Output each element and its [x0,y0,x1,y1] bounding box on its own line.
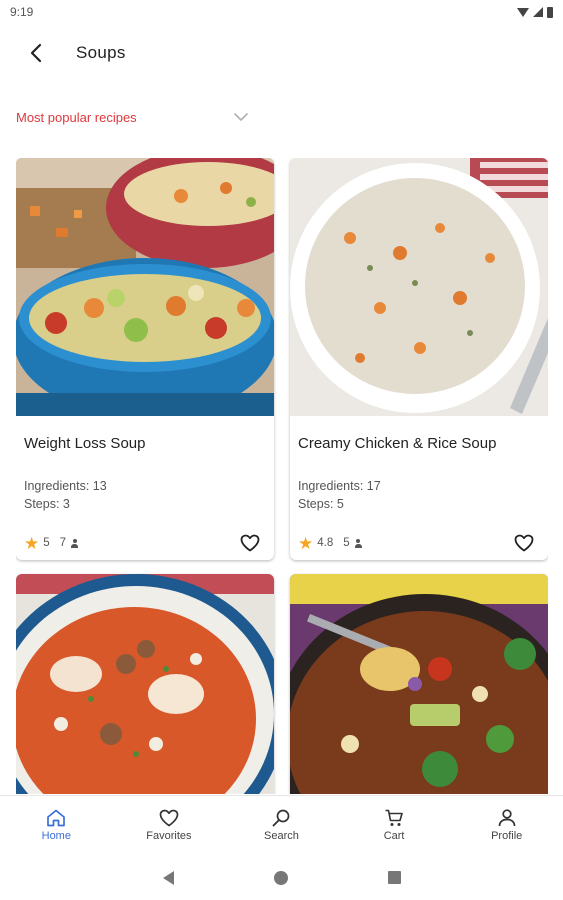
nav-home-label: Home [41,830,71,842]
heart-icon [240,534,260,552]
rating-value: 4.8 [317,537,334,549]
recipe-card-creamy-chicken-rice-soup[interactable]: Creamy Chicken & Rice Soup Ingredients: … [290,158,548,560]
recipe-image [290,574,548,794]
wifi-icon [517,7,529,17]
person-icon [354,538,363,548]
recipe-image [290,158,548,416]
chevron-down-icon [234,113,248,121]
rating-value: 5 [43,537,50,549]
nav-cart-label: Cart [383,830,405,842]
home-icon [47,809,66,827]
system-back-button[interactable] [162,870,174,885]
nav-home[interactable]: Home [11,809,101,842]
person-icon [498,809,516,827]
page-title: Soups [76,43,126,62]
recipe-image [16,574,274,794]
system-nav-bar [0,855,563,900]
nav-favorites[interactable]: Favorites [124,809,214,842]
search-icon [273,809,290,827]
recipe-steps: Steps: 3 [24,497,70,511]
back-button[interactable] [16,33,56,73]
review-count: 7 [59,537,67,549]
recipe-title: Weight Loss Soup [24,435,146,452]
nav-cart[interactable]: Cart [349,809,439,842]
recipe-grid: Weight Loss Soup Ingredients: 13 Steps: … [16,158,548,794]
recipe-rating: ★ 4.8 5 [298,535,363,552]
person-icon [70,538,79,548]
recipe-ingredients: Ingredients: 13 [24,479,107,493]
heart-icon [159,809,179,827]
favorite-button[interactable] [512,531,536,555]
system-recents-button[interactable] [387,871,401,884]
recipe-card[interactable] [290,574,548,794]
signal-icon [533,7,543,17]
review-count: 5 [343,537,350,549]
screen: 9:19 Soups Most popular recipes Weight L… [0,0,563,900]
system-home-button[interactable] [273,870,288,885]
heart-icon [514,534,534,552]
recipe-card[interactable] [16,574,274,794]
bottom-nav: Home Favorites Search Cart Profile [0,795,563,855]
nav-favorites-label: Favorites [146,830,192,842]
recipe-ingredients: Ingredients: 17 [298,479,381,493]
nav-search[interactable]: Search [236,809,326,842]
battery-icon [547,6,553,18]
status-icons [517,6,553,18]
app-bar: Soups [0,28,563,78]
star-icon: ★ [298,533,314,553]
favorite-button[interactable] [238,531,262,555]
recipe-image [16,158,274,416]
nav-profile-label: Profile [491,830,523,842]
recipe-card-weight-loss-soup[interactable]: Weight Loss Soup Ingredients: 13 Steps: … [16,158,274,560]
sort-dropdown[interactable]: Most popular recipes [16,104,248,130]
nav-profile[interactable]: Profile [462,809,552,842]
recipe-title: Creamy Chicken & Rice Soup [298,435,497,452]
star-icon: ★ [24,533,40,553]
status-time: 9:19 [10,5,34,19]
nav-search-label: Search [264,830,299,842]
arrow-back-icon [30,43,42,63]
sort-dropdown-label: Most popular recipes [16,109,137,125]
cart-icon [385,809,403,826]
status-bar: 9:19 [0,0,563,24]
recipe-steps: Steps: 5 [298,497,344,511]
recipe-rating: ★ 5 7 [24,535,79,552]
